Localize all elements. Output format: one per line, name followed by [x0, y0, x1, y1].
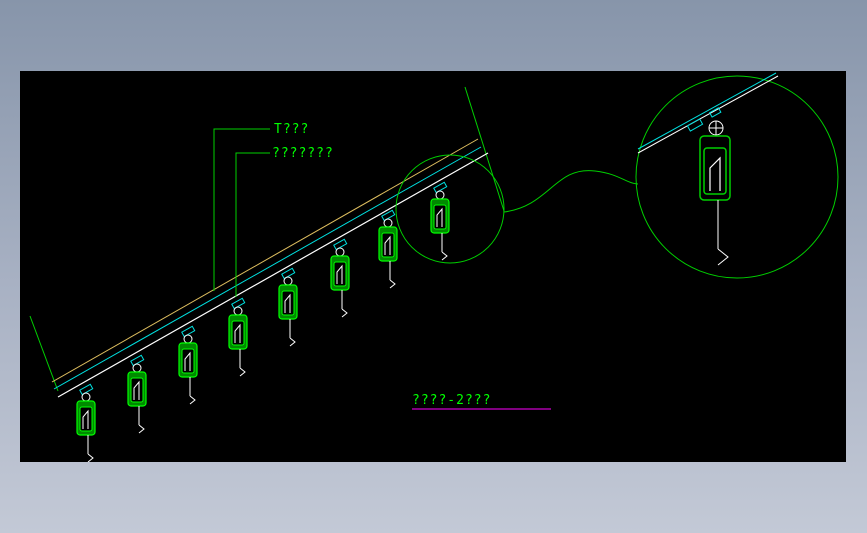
hanger-body-inner	[381, 232, 395, 258]
hanger-ring	[283, 276, 293, 286]
hanger-bottom-hook	[239, 367, 246, 377]
hanger-ring	[132, 363, 142, 373]
hanger-bottom-hook	[441, 251, 448, 261]
cad-drawing-canvas: T??? ??????? ????-2???	[29, 72, 839, 462]
device-group	[76, 181, 450, 462]
detail-drop-hook	[717, 248, 729, 266]
hanger-device-6	[330, 238, 350, 318]
yellow-slope-line	[51, 138, 479, 383]
hanger-bottom-hook	[341, 308, 348, 318]
hanger-body-inner	[433, 204, 447, 230]
detail-body-inner	[703, 147, 727, 195]
hanger-device-8	[430, 181, 450, 261]
hanger-device-7	[378, 209, 398, 289]
hanger-device-2	[127, 354, 147, 434]
hanger-bottom-hook	[138, 424, 145, 434]
hanger-body-inner	[181, 348, 195, 374]
hanger-ring	[335, 247, 345, 257]
hanger-body-inner	[79, 406, 93, 432]
right-boundary-line	[464, 86, 505, 212]
hanger-ring	[383, 218, 393, 228]
detail-circle-large	[635, 75, 839, 279]
hanger-bottom-hook	[189, 395, 196, 405]
leader-line-second	[235, 152, 270, 297]
hanger-ring	[233, 306, 243, 316]
hanger-bottom-hook	[289, 337, 296, 347]
hanger-device-1	[76, 383, 96, 462]
hanger-body-inner	[333, 261, 347, 287]
cad-viewport: T??? ??????? ????-2???	[20, 71, 846, 462]
hanger-bottom-hook	[87, 453, 94, 462]
left-boundary-line	[29, 315, 59, 392]
hanger-body-inner	[231, 320, 245, 346]
detail-pipe-cyan	[637, 72, 777, 150]
hanger-body-inner	[281, 290, 295, 316]
hanger-ring	[81, 392, 91, 402]
hanger-body-inner	[130, 377, 144, 403]
cyan-slope-line	[53, 146, 482, 390]
detail-pipe-white	[637, 75, 779, 154]
hanger-device-5	[278, 267, 298, 347]
hanger-ring	[183, 334, 193, 344]
hanger-device-4	[228, 297, 248, 377]
label-top-text: T???	[274, 122, 309, 137]
hanger-device-3	[178, 325, 198, 405]
detail-connector-curve	[503, 170, 639, 213]
label-second-text: ???????	[272, 146, 334, 161]
detail-circle-small	[395, 154, 505, 264]
hanger-ring	[435, 190, 445, 200]
detail-device-enlarged	[637, 72, 779, 266]
drawing-caption: ????-2???	[412, 393, 491, 408]
white-pipe-line	[57, 152, 489, 398]
hanger-bottom-hook	[389, 279, 396, 289]
detail-body-hook	[709, 156, 721, 191]
